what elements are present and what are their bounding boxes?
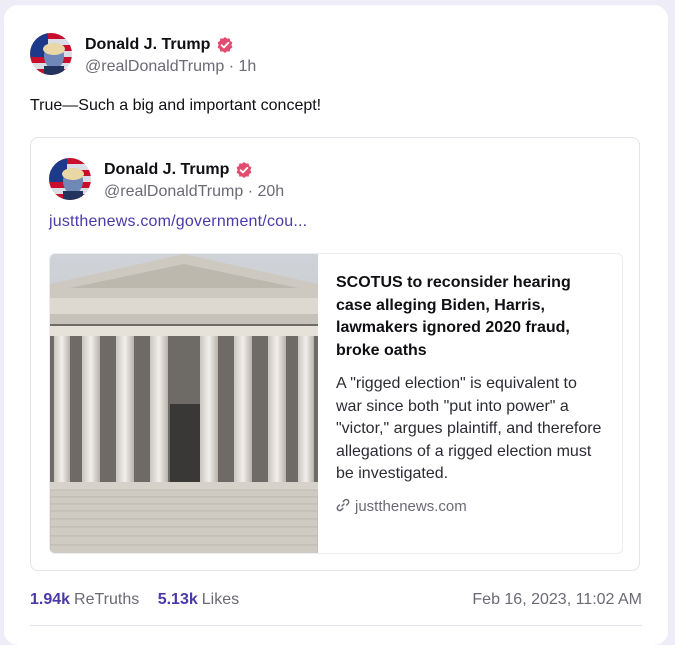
meta-separator: · [247, 183, 254, 200]
verified-badge-icon [216, 36, 234, 54]
link-preview-image[interactable] [50, 254, 319, 553]
likes-label: Likes [201, 591, 240, 608]
author-avatar[interactable] [30, 33, 72, 75]
link-preview-domain[interactable]: justthenews.com [336, 498, 606, 516]
link-preview-card[interactable]: SCOTUS to reconsider hearing case allegi… [49, 253, 623, 554]
link-preview-domain-text: justthenews.com [355, 498, 467, 515]
likes-stat[interactable]: 5.13k Likes [158, 591, 239, 609]
link-icon [336, 498, 350, 516]
author-handle[interactable]: @realDonaldTrump [85, 58, 224, 75]
divider [30, 625, 642, 626]
link-preview-description: A "rigged election" is equivalent to war… [336, 375, 602, 482]
quoted-author-avatar[interactable] [49, 158, 91, 200]
post-card: Donald J. Trump @realDonaldTrump · 1h Tr… [4, 5, 668, 645]
post-age[interactable]: 1h [239, 58, 257, 75]
post-timestamp[interactable]: Feb 16, 2023, 11:02 AM [472, 591, 642, 609]
quoted-author-meta: @realDonaldTrump · 20h [104, 183, 284, 201]
post-stats: 1.94k ReTruths 5.13k Likes Feb 16, 2023, 1… [30, 591, 642, 609]
link-preview-title[interactable]: SCOTUS to reconsider hearing case allegi… [336, 272, 606, 362]
retruths-label: ReTruths [74, 591, 140, 608]
retruths-count: 1.94k [30, 591, 71, 608]
likes-count: 5.13k [157, 591, 198, 608]
author-meta: @realDonaldTrump · 1h [85, 58, 256, 76]
link-preview-body: SCOTUS to reconsider hearing case allegi… [336, 272, 606, 516]
retruths-stat[interactable]: 1.94k ReTruths [30, 591, 139, 609]
meta-separator: · [228, 58, 235, 75]
quoted-post-age[interactable]: 20h [258, 183, 285, 200]
post-text: True—Such a big and important concept! [30, 97, 322, 114]
quoted-post-header: Donald J. Trump @realDonaldTrump · 20h [49, 158, 284, 201]
quoted-author-name[interactable]: Donald J. Trump [104, 161, 229, 179]
quoted-post[interactable]: Donald J. Trump @realDonaldTrump · 20h j… [30, 137, 640, 571]
post-header: Donald J. Trump @realDonaldTrump · 1h [30, 33, 256, 76]
verified-badge-icon [235, 161, 253, 179]
author-name[interactable]: Donald J. Trump [85, 36, 210, 54]
quoted-author-handle[interactable]: @realDonaldTrump [104, 183, 243, 200]
quoted-post-link[interactable]: justthenews.com/government/cou... [49, 213, 307, 231]
